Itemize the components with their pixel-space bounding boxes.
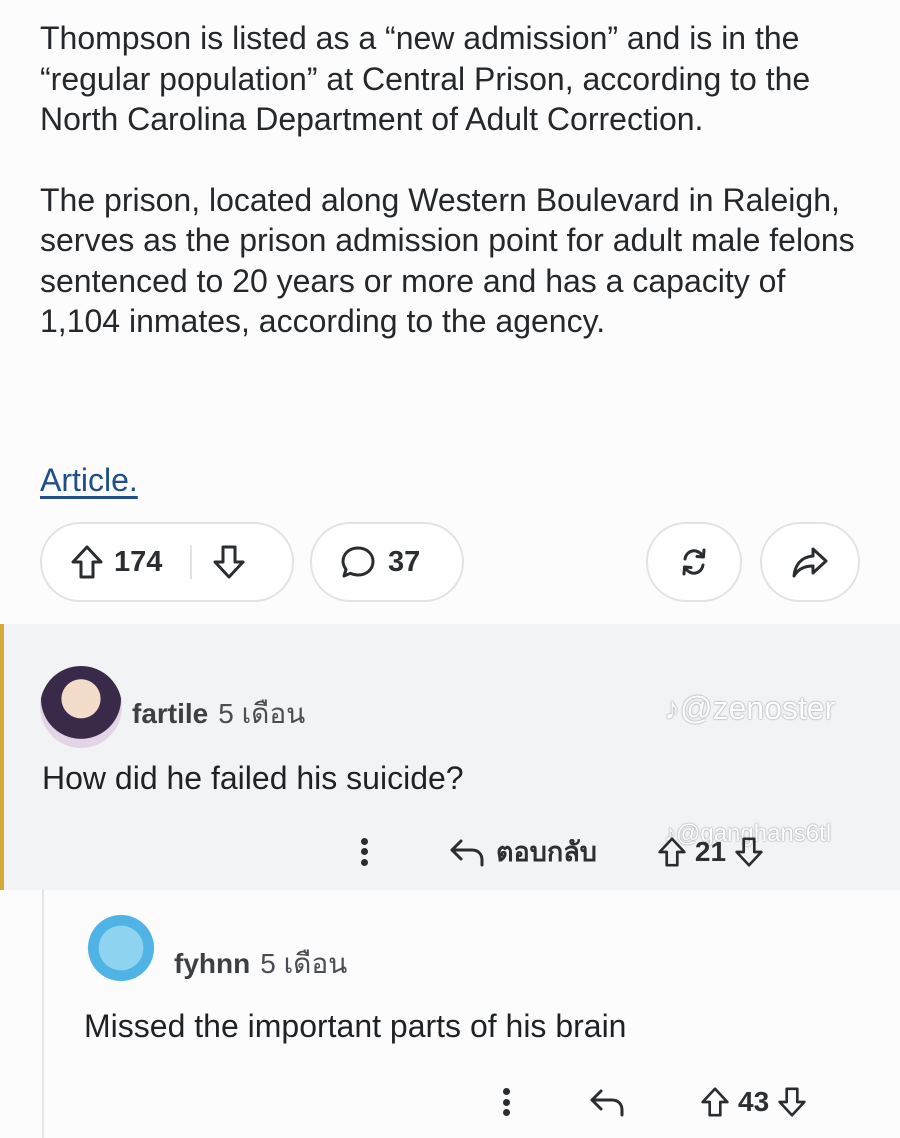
avatar[interactable] [76, 904, 166, 984]
comment-actions: 43 [502, 1086, 807, 1118]
share-button[interactable] [760, 522, 860, 602]
comment-text: Missed the important parts of his brain [84, 1008, 627, 1044]
watermark: ♪@zenoster [664, 690, 836, 726]
watermark-text: @zenoster [680, 690, 836, 726]
article-link[interactable]: Article. [40, 462, 138, 499]
comment-meta: fartile 5 เดือน [132, 692, 305, 736]
comments-button[interactable]: 37 [310, 522, 464, 602]
more-options-icon[interactable] [360, 837, 368, 866]
upvote-icon[interactable] [657, 836, 687, 868]
comment-time: 5 เดือน [218, 698, 306, 729]
downvote-icon[interactable] [212, 544, 246, 580]
downvote-icon[interactable] [734, 836, 764, 868]
more-options-icon[interactable] [502, 1088, 510, 1116]
upvote-count: 174 [114, 545, 163, 578]
comment-votes: 43 [700, 1086, 807, 1118]
comment-score: 21 [694, 835, 727, 867]
post-action-bar: 174 37 [40, 522, 870, 604]
downvote-icon[interactable] [777, 1086, 807, 1118]
reply-button[interactable] [588, 1086, 626, 1118]
comment-username[interactable]: fartile [132, 698, 208, 730]
comment-actions: ตอบกลับ 21 [360, 830, 764, 873]
comment-count: 37 [388, 545, 421, 578]
comment-fyhnn: fyhnn 5 เดือน Missed the important parts… [42, 890, 900, 1138]
comment-fartile: fartile 5 เดือน ♪@zenoster How did he fa… [0, 624, 900, 890]
reply-arrow-icon [448, 836, 486, 868]
sync-icon [677, 544, 711, 580]
upvote-icon[interactable] [700, 1086, 730, 1118]
post-paragraph-2: The prison, located along Western Boulev… [40, 181, 855, 340]
vote-pill: 174 [40, 522, 294, 602]
post-body: Thompson is listed as a “new admission” … [40, 18, 870, 342]
comment-bubble-icon [340, 544, 376, 580]
share-icon [791, 545, 829, 579]
vote-divider [190, 545, 193, 579]
reply-label: ตอบกลับ [496, 837, 597, 867]
comment-votes: 21 [657, 836, 764, 868]
mod-button[interactable] [646, 522, 742, 602]
reply-arrow-icon [588, 1086, 626, 1118]
comment-meta: fyhnn 5 เดือน [174, 942, 347, 986]
comment-time: 5 เดือน [260, 948, 348, 979]
avatar[interactable] [40, 666, 122, 748]
upvote-icon[interactable] [70, 544, 104, 580]
comment-username[interactable]: fyhnn [174, 948, 250, 980]
comment-score: 43 [738, 1086, 770, 1117]
reply-button[interactable]: ตอบกลับ [448, 830, 597, 873]
comment-text: How did he failed his suicide? [42, 760, 464, 796]
post-paragraph-1: Thompson is listed as a “new admission” … [40, 20, 811, 137]
